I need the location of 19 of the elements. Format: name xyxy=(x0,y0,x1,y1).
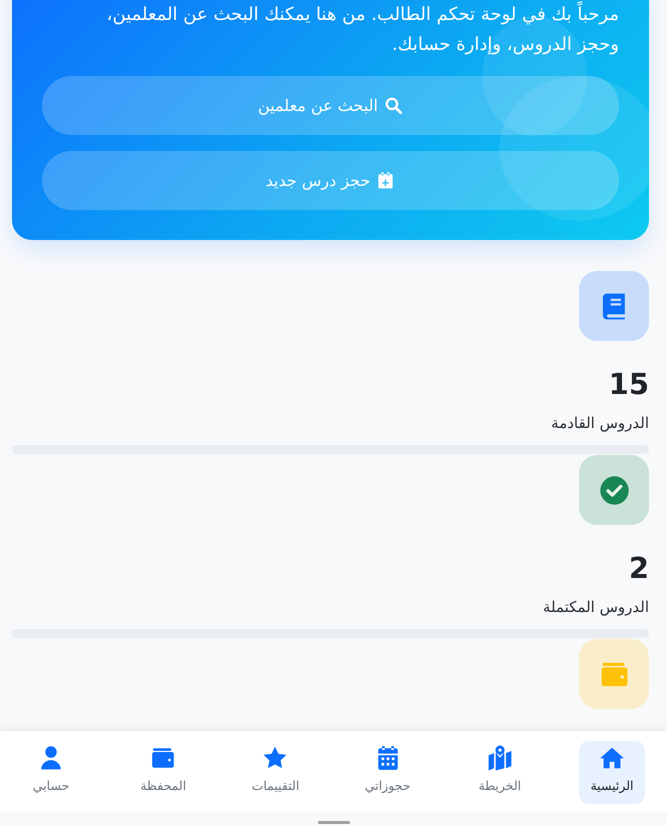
nav-tab[interactable]: حجوزاتي xyxy=(354,741,421,804)
search-icon xyxy=(384,96,403,115)
star-icon xyxy=(262,745,288,771)
stat-label: الدروس القادمة xyxy=(551,413,649,434)
nav-tab[interactable]: الرئيسية xyxy=(579,741,645,804)
stat-number: 15 xyxy=(608,366,649,402)
home-icon xyxy=(599,745,625,771)
stat-label: الدروس المكتملة xyxy=(542,597,649,618)
calendar-plus-icon xyxy=(376,171,396,190)
book-icon xyxy=(579,271,649,341)
stat-number: 2 xyxy=(628,550,649,586)
nav-tab[interactable]: الخريطة xyxy=(466,741,533,804)
welcome-text: مرحباً بك في لوحة تحكم الطالب. من هنا يمكنك البحث عن المعلمين، وحجز الدروس، وإدارة حسابك. xyxy=(42,0,619,60)
nav-tab[interactable]: التقييمات xyxy=(242,741,308,804)
home-indicator xyxy=(318,821,350,824)
wallet-icon xyxy=(579,639,649,709)
map-pin-icon xyxy=(486,745,513,771)
nav-tab[interactable]: المحفظة xyxy=(130,741,196,804)
nav-tab[interactable]: حسابي xyxy=(18,741,84,804)
